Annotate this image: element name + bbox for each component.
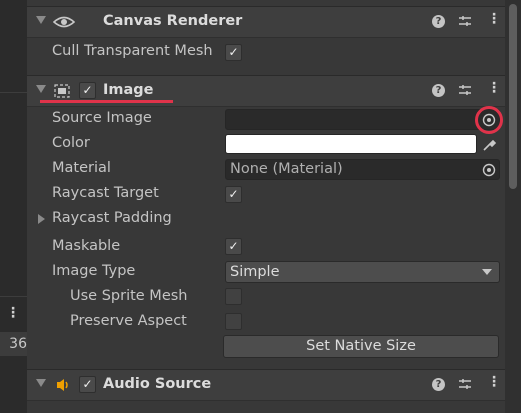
help-icon[interactable]: ? — [432, 378, 445, 391]
image-type-value: Simple — [230, 264, 280, 280]
image-type-label: Image Type — [52, 263, 136, 279]
maskable-checkbox[interactable]: ✓ — [225, 238, 242, 255]
source-image-field[interactable] — [225, 109, 500, 130]
hierarchy-panel-edge: ⋮ 36 — [0, 0, 27, 413]
highlight-circle — [475, 106, 503, 134]
component-title: Canvas Renderer — [103, 13, 243, 29]
help-icon[interactable]: ? — [432, 84, 445, 97]
raycast-padding-label[interactable]: Raycast Padding — [52, 210, 172, 226]
cull-transparent-mesh-label: Cull Transparent Mesh — [52, 43, 213, 59]
kebab-icon[interactable]: ⋮ — [487, 11, 501, 27]
fold-arrow-icon[interactable] — [36, 379, 46, 387]
fold-arrow-icon[interactable] — [36, 16, 46, 24]
foldout-arrow-icon[interactable] — [38, 214, 45, 224]
color-label: Color — [52, 135, 90, 151]
presets-icon[interactable] — [458, 377, 472, 391]
help-icon[interactable]: ? — [432, 15, 445, 28]
scrollbar-thumb[interactable] — [509, 4, 517, 189]
use-sprite-mesh-label: Use Sprite Mesh — [70, 288, 188, 304]
material-field[interactable]: None (Material) — [225, 159, 500, 180]
preserve-aspect-checkbox[interactable] — [225, 313, 242, 330]
cull-transparent-mesh-checkbox[interactable]: ✓ — [225, 44, 242, 61]
material-value: None (Material) — [230, 161, 343, 177]
image-component-icon — [54, 84, 70, 98]
divider — [0, 92, 27, 93]
component-title: Image — [103, 82, 154, 98]
source-image-label: Source Image — [52, 110, 152, 126]
object-picker-icon[interactable] — [482, 163, 496, 177]
material-label: Material — [52, 160, 111, 176]
kebab-icon[interactable]: ⋮ — [6, 305, 20, 321]
maskable-label: Maskable — [52, 238, 121, 254]
divider — [0, 296, 27, 297]
color-swatch[interactable] — [225, 134, 477, 154]
raycast-target-label: Raycast Target — [52, 185, 159, 201]
use-sprite-mesh-checkbox[interactable] — [225, 288, 242, 305]
fold-arrow-icon[interactable] — [36, 85, 46, 93]
scrollbar[interactable] — [505, 0, 521, 413]
audio-source-icon — [57, 379, 68, 391]
dropdown-arrow-icon — [482, 269, 492, 275]
audio-source-enabled-checkbox[interactable]: ✓ — [79, 376, 96, 393]
component-title: Audio Source — [103, 376, 212, 392]
preserve-aspect-label: Preserve Aspect — [70, 313, 187, 329]
kebab-icon[interactable]: ⋮ — [487, 374, 501, 390]
eyedropper-icon[interactable] — [482, 137, 497, 152]
set-native-size-button[interactable]: Set Native Size — [223, 335, 499, 358]
image-type-dropdown[interactable]: Simple — [225, 261, 500, 283]
kebab-icon[interactable]: ⋮ — [487, 80, 501, 96]
presets-icon[interactable] — [458, 14, 472, 28]
presets-icon[interactable] — [458, 83, 472, 97]
canvas-renderer-header[interactable]: Canvas Renderer ? ⋮ — [27, 6, 505, 38]
highlight-underline — [40, 100, 173, 103]
raycast-target-checkbox[interactable]: ✓ — [225, 186, 242, 203]
inspector-panel: Canvas Renderer ? ⋮ Cull Transparent Mes… — [27, 0, 505, 413]
count-field: 36 — [0, 332, 27, 356]
eye-icon — [53, 16, 75, 28]
image-enabled-checkbox[interactable]: ✓ — [79, 82, 96, 99]
audio-source-header[interactable]: ✓ Audio Source ? ⋮ — [27, 369, 505, 401]
